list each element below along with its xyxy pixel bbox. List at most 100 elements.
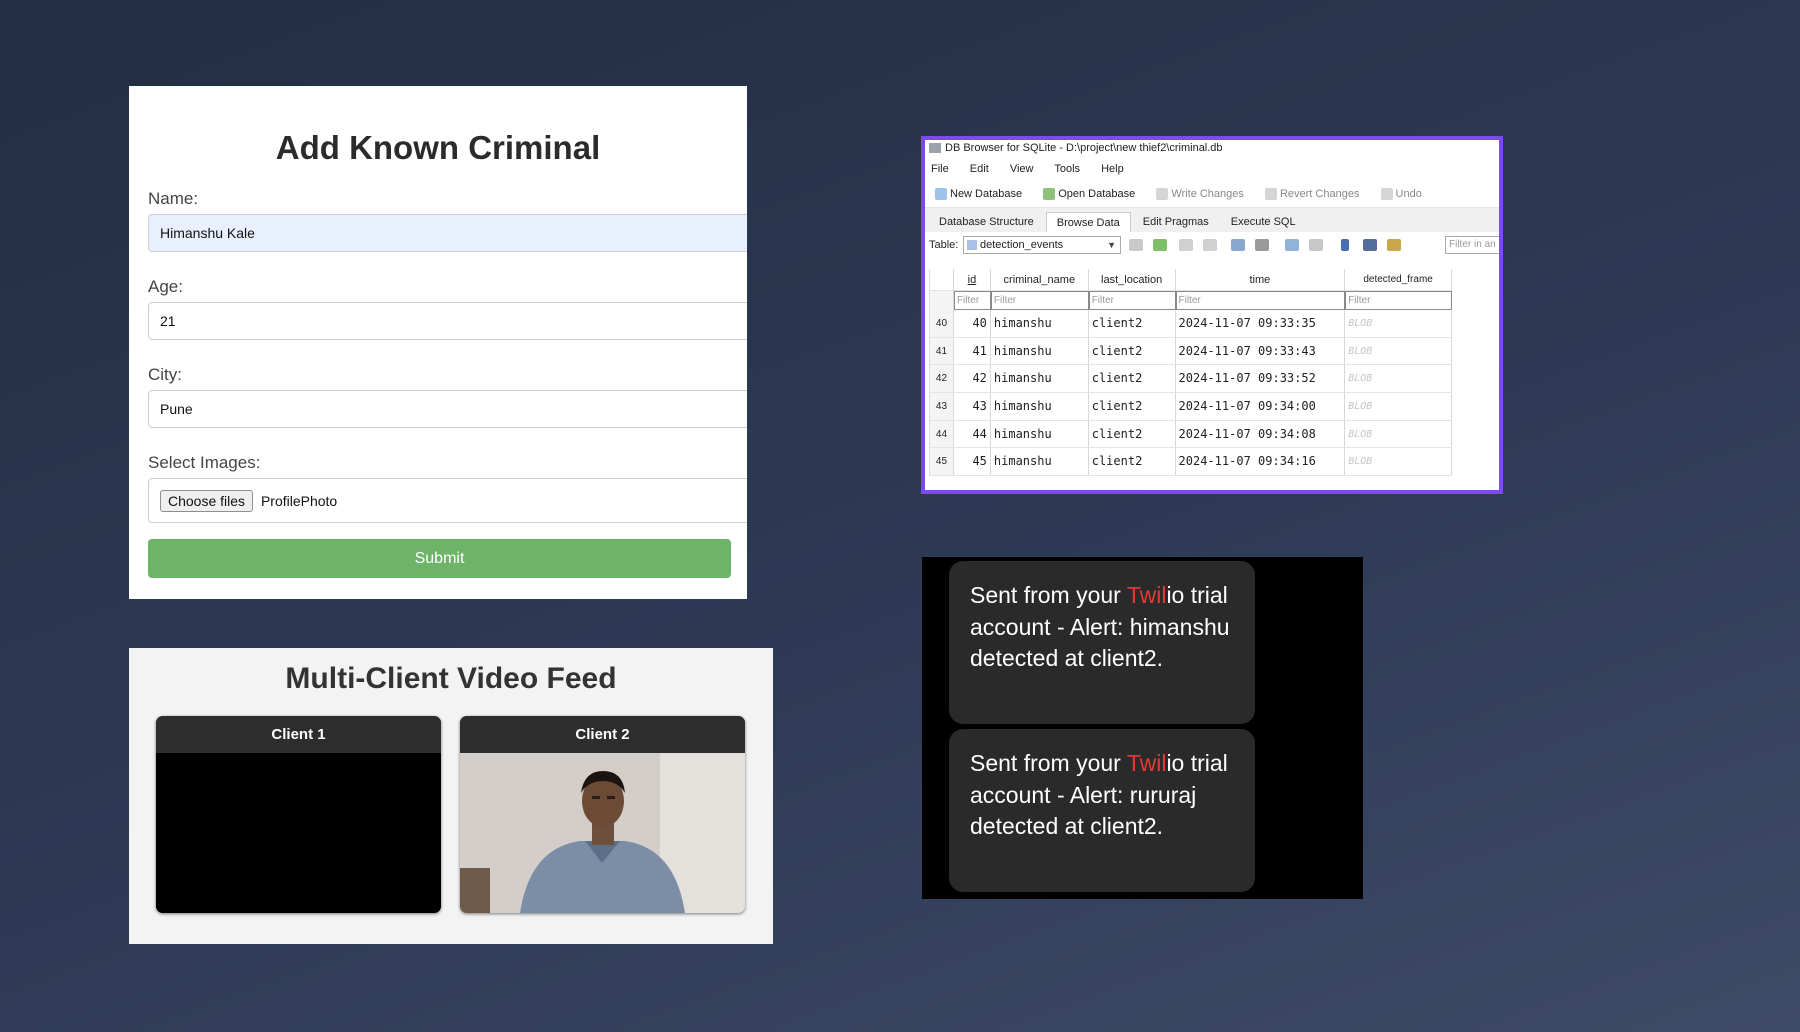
- sort-icon[interactable]: [1203, 239, 1217, 251]
- city-input[interactable]: Pune: [148, 390, 747, 428]
- column-header-detected-frame[interactable]: detected_frame: [1345, 269, 1452, 291]
- cell-detected-frame[interactable]: BLOB: [1345, 337, 1452, 366]
- cell-criminal-name[interactable]: himanshu: [990, 393, 1089, 421]
- refresh-table-icon[interactable]: [1129, 239, 1143, 251]
- format-icon[interactable]: [1387, 239, 1401, 251]
- cell-detected-frame[interactable]: BLOB: [1345, 420, 1452, 449]
- images-label: Select Images:: [148, 453, 261, 472]
- menu-help[interactable]: Help: [1101, 163, 1124, 175]
- cell-criminal-name[interactable]: himanshu: [990, 420, 1089, 449]
- save-table-icon[interactable]: [1231, 239, 1245, 251]
- menu-edit[interactable]: Edit: [970, 163, 989, 175]
- cell-detected-frame[interactable]: BLOB: [1345, 393, 1452, 421]
- sms-2-brand-red: Twil: [1126, 750, 1167, 776]
- name-input[interactable]: Himanshu Kale: [148, 214, 747, 252]
- undo-icon: [1380, 188, 1393, 200]
- filter-detected-frame-input[interactable]: Filter: [1345, 291, 1452, 310]
- client-1-feed: Client 1: [156, 716, 441, 913]
- cell-time[interactable]: 2024-11-07 09:34:08: [1175, 420, 1346, 449]
- table-row[interactable]: 40 40 himanshu client2 2024-11-07 09:33:35 BL…: [930, 310, 1452, 338]
- age-input[interactable]: 21: [148, 302, 747, 340]
- table-row[interactable]: 44 44 himanshu client2 2024-11-07 09:34:08 BL…: [930, 420, 1452, 449]
- table-select[interactable]: detection_events ▼: [963, 236, 1121, 254]
- open-database-icon: [1043, 188, 1056, 200]
- text-color-icon[interactable]: [1363, 239, 1377, 251]
- cell-time[interactable]: 2024-11-07 09:33:52: [1175, 365, 1346, 394]
- tab-execute-sql[interactable]: Execute SQL: [1221, 212, 1306, 232]
- cell-id[interactable]: 45: [953, 448, 991, 477]
- filter-last-location-input[interactable]: Filter: [1088, 291, 1176, 310]
- filter-time-input[interactable]: Filter: [1175, 291, 1346, 310]
- undo-button[interactable]: Undo: [1380, 180, 1422, 208]
- column-header-criminal-name[interactable]: criminal_name: [990, 269, 1089, 291]
- menu-view[interactable]: View: [1010, 163, 1034, 175]
- cell-criminal-name[interactable]: himanshu: [990, 337, 1089, 366]
- revert-changes-label: Revert Changes: [1279, 188, 1360, 200]
- column-header-time[interactable]: time: [1175, 269, 1346, 291]
- data-grid: id criminal_name last_location time dete…: [929, 269, 1452, 477]
- print-icon[interactable]: [1255, 239, 1269, 251]
- row-number[interactable]: 43: [930, 393, 954, 421]
- clear-filters-icon[interactable]: [1179, 239, 1193, 251]
- cell-criminal-name[interactable]: himanshu: [990, 365, 1089, 394]
- tab-edit-pragmas[interactable]: Edit Pragmas: [1133, 212, 1219, 232]
- cell-last-location[interactable]: client2: [1088, 393, 1176, 421]
- cell-id[interactable]: 44: [953, 420, 991, 449]
- row-number[interactable]: 44: [930, 420, 954, 449]
- cell-id[interactable]: 41: [953, 337, 991, 366]
- menu-file[interactable]: File: [931, 163, 949, 175]
- filter-id-input[interactable]: Filter: [953, 291, 991, 310]
- cell-last-location[interactable]: client2: [1088, 310, 1176, 338]
- table-selector-row: Table: detection_events ▼ Filter in an: [925, 232, 1499, 258]
- cell-criminal-name[interactable]: himanshu: [990, 448, 1089, 477]
- tab-database-structure[interactable]: Database Structure: [929, 212, 1044, 232]
- font-icon[interactable]: [1341, 239, 1349, 251]
- cell-time[interactable]: 2024-11-07 09:33:35: [1175, 310, 1346, 338]
- form-title: Add Known Criminal: [275, 129, 601, 166]
- table-row[interactable]: 42 42 himanshu client2 2024-11-07 09:33:52 BL…: [930, 365, 1452, 394]
- undo-label: Undo: [1395, 188, 1422, 200]
- cell-detected-frame[interactable]: BLOB: [1345, 448, 1452, 477]
- cell-criminal-name[interactable]: himanshu: [990, 310, 1089, 338]
- table-label: Table:: [929, 239, 959, 251]
- delete-record-icon[interactable]: [1309, 239, 1323, 251]
- db-toolbar: New Database Open Database Write Changes…: [925, 180, 1499, 208]
- cell-time[interactable]: 2024-11-07 09:34:16: [1175, 448, 1346, 477]
- menu-tools[interactable]: Tools: [1054, 163, 1080, 175]
- cell-time[interactable]: 2024-11-07 09:34:00: [1175, 393, 1346, 421]
- client-2-feed: Client 2: [460, 716, 745, 913]
- table-row[interactable]: 43 43 himanshu client2 2024-11-07 09:34:00 BL…: [930, 393, 1452, 421]
- cell-id[interactable]: 42: [953, 365, 991, 394]
- cell-id[interactable]: 43: [953, 393, 991, 421]
- row-number[interactable]: 41: [930, 337, 954, 366]
- insert-record-icon[interactable]: [1285, 239, 1299, 251]
- new-database-button[interactable]: New Database: [935, 180, 1022, 208]
- row-number[interactable]: 45: [930, 448, 954, 477]
- column-header-last-location[interactable]: last_location: [1088, 269, 1176, 291]
- cell-detected-frame[interactable]: BLOB: [1345, 365, 1452, 394]
- tab-browse-data[interactable]: Browse Data: [1045, 212, 1131, 232]
- row-number[interactable]: 40: [930, 310, 954, 338]
- choose-files-button[interactable]: Choose files: [160, 490, 254, 513]
- cell-last-location[interactable]: client2: [1088, 448, 1176, 477]
- table-row[interactable]: 41 41 himanshu client2 2024-11-07 09:33:43 BL…: [930, 337, 1452, 366]
- submit-button[interactable]: Submit: [148, 539, 731, 578]
- table-row[interactable]: 45 45 himanshu client2 2024-11-07 09:34:16 BL…: [930, 448, 1452, 477]
- cell-id[interactable]: 40: [953, 310, 991, 338]
- open-database-button[interactable]: Open Database: [1043, 180, 1135, 208]
- sms-message-1: Sent from your Twilio trial account - Al…: [949, 561, 1255, 724]
- revert-changes-icon: [1264, 188, 1277, 200]
- revert-changes-button[interactable]: Revert Changes: [1264, 180, 1360, 208]
- cell-detected-frame[interactable]: BLOB: [1345, 310, 1452, 338]
- sync-icon[interactable]: [1153, 239, 1167, 251]
- cell-last-location[interactable]: client2: [1088, 365, 1176, 394]
- filter-in-any-column-input[interactable]: Filter in an: [1445, 236, 1499, 254]
- cell-last-location[interactable]: client2: [1088, 420, 1176, 449]
- row-number[interactable]: 42: [930, 365, 954, 394]
- filter-criminal-name-input[interactable]: Filter: [990, 291, 1089, 310]
- cell-time[interactable]: 2024-11-07 09:33:43: [1175, 337, 1346, 366]
- write-changes-button[interactable]: Write Changes: [1156, 180, 1244, 208]
- column-header-id[interactable]: id: [953, 269, 991, 291]
- cell-last-location[interactable]: client2: [1088, 337, 1176, 366]
- db-menubar: File Edit View Tools Help: [925, 158, 1499, 180]
